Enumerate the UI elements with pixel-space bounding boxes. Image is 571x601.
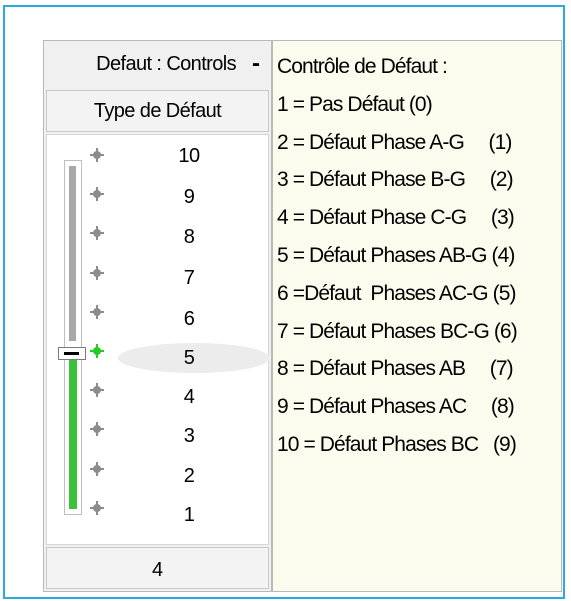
legend-line: 7 = Défaut Phases BC-G (6) — [277, 319, 518, 343]
legend-line: 2 = Défaut Phase A-G (1) — [277, 130, 512, 154]
column-header: Type de Défaut — [46, 90, 269, 132]
tick-label: 9 — [183, 185, 195, 208]
legend-line: 9 = Défaut Phases AC (8) — [277, 395, 515, 419]
slider-tick-10[interactable]: 10 — [47, 145, 267, 177]
slider-tick-6[interactable]: 6 — [47, 304, 267, 334]
slider-tick-3[interactable]: 3 — [47, 421, 267, 451]
tick-dot-icon — [90, 148, 104, 162]
legend-line: 1 = Pas Défaut (0) — [277, 92, 433, 116]
legend-title: Contrôle de Défaut : — [277, 55, 448, 78]
legend-line: 5 = Défaut Phases AB-G (4) — [277, 243, 515, 267]
tick-dot-icon — [90, 383, 104, 398]
tick-dot-active-icon — [90, 344, 104, 358]
controls-panel: Defaut : Controls - Type de Défaut 10 9 … — [43, 40, 272, 592]
legend-line: 4 = Défaut Phase C-G (3) — [277, 206, 515, 230]
fault-type-slider[interactable]: 10 9 8 7 6 5 4 3 2 1 — [46, 134, 270, 545]
tick-label: 5 — [183, 347, 195, 369]
slider-tick-5[interactable]: 5 — [47, 343, 267, 373]
slider-tick-7[interactable]: 7 — [47, 265, 267, 295]
tick-label: 7 — [183, 267, 195, 290]
panel-title: Defaut : Controls — [96, 53, 236, 75]
tick-label: 4 — [183, 386, 195, 409]
slider-tick-2[interactable]: 2 — [47, 461, 267, 491]
tick-dot-icon — [90, 304, 104, 319]
legend-line: 3 = Défaut Phase B-G (2) — [277, 168, 514, 192]
tick-dot-icon — [90, 265, 104, 280]
tick-dot-icon — [90, 187, 104, 202]
tick-dot-icon — [90, 226, 104, 241]
fault-legend: Contrôle de Défaut : 1 = Pas Défaut (0) … — [272, 40, 562, 592]
slider-tick-8[interactable]: 8 — [47, 225, 267, 255]
minimize-button[interactable]: - — [244, 51, 268, 81]
tick-label: 8 — [183, 226, 195, 249]
tick-label: 2 — [183, 464, 195, 487]
legend-line: 10 = Défaut Phases BC (9) — [277, 432, 517, 456]
slider-tick-9[interactable]: 9 — [47, 186, 267, 216]
tick-label: 1 — [183, 503, 195, 526]
tick-dot-icon — [90, 461, 104, 476]
legend-line: 8 = Défaut Phases AB (7) — [277, 357, 514, 381]
legend-line: 6 =Défaut Phases AC-G (5) — [277, 281, 517, 305]
slider-value-display: 4 — [46, 547, 269, 589]
tick-dot-icon — [90, 422, 104, 437]
tick-label: 10 — [178, 145, 200, 167]
slider-tick-4[interactable]: 4 — [47, 382, 267, 412]
tick-dot-icon — [90, 500, 104, 515]
window-frame: Defaut : Controls - Type de Défaut 10 9 … — [3, 5, 565, 599]
tick-label: 6 — [183, 307, 195, 330]
slider-tick-1[interactable]: 1 — [47, 500, 267, 530]
tick-label: 3 — [183, 425, 195, 448]
